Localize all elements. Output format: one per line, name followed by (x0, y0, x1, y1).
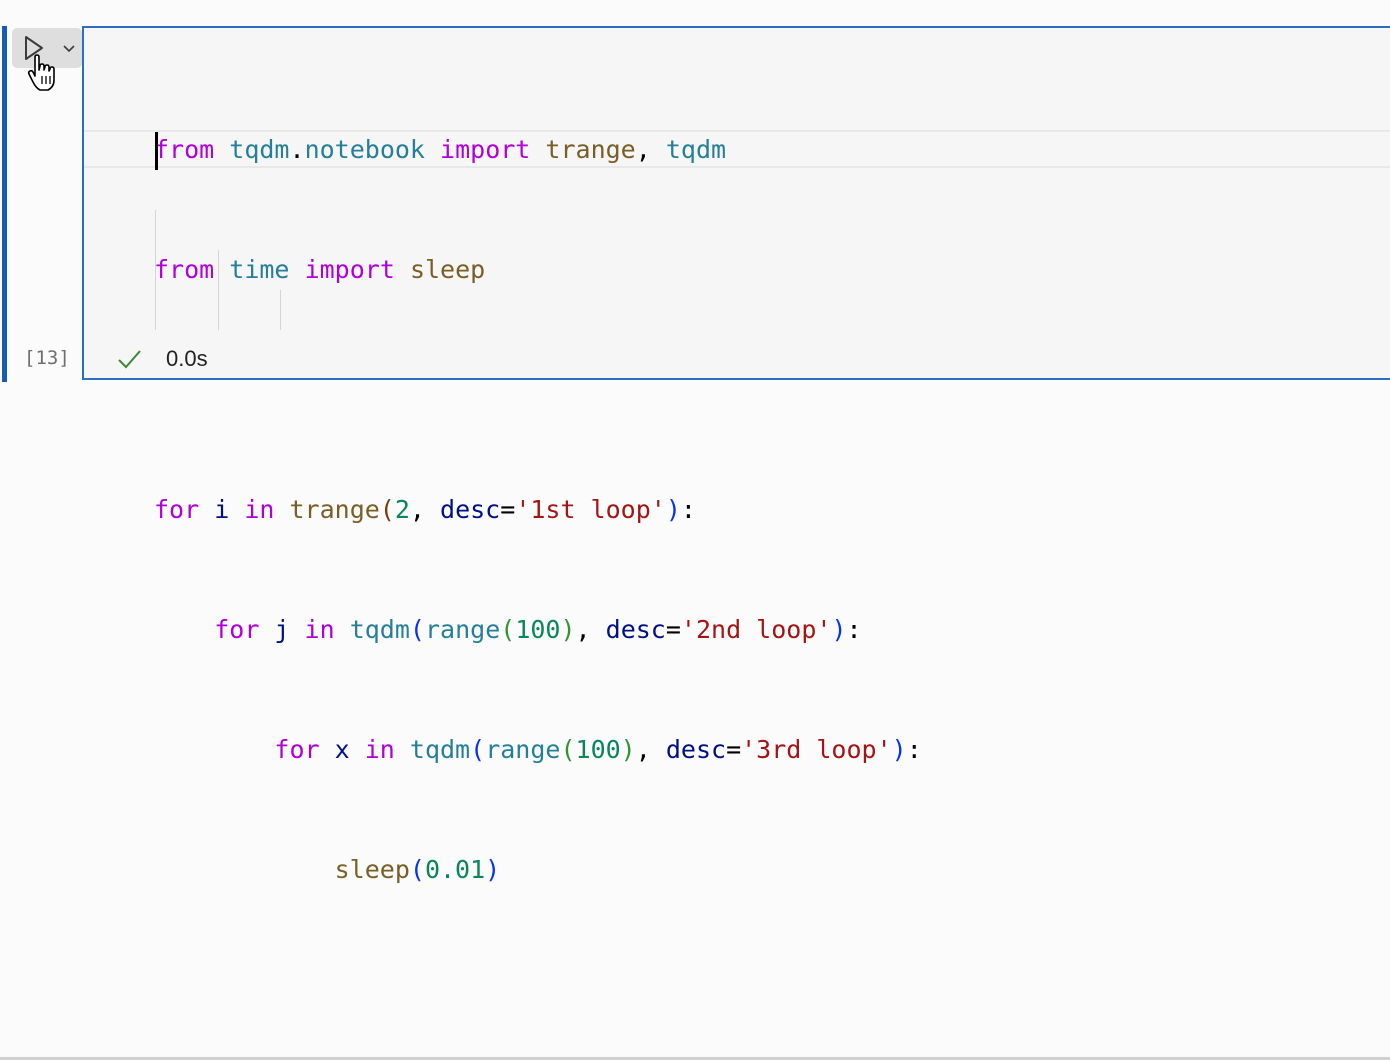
keyword-token: in (304, 615, 335, 644)
builtin-token: range (424, 615, 501, 644)
number-token: 0.01 (424, 855, 486, 884)
bracket-token: ) (665, 495, 681, 524)
bracket-token: ( (379, 495, 395, 524)
parameter-token: desc (605, 615, 666, 644)
run-controls (12, 28, 82, 91)
keyword-token: for (214, 615, 260, 644)
module-token: tqdm (229, 135, 290, 164)
function-token: sleep (409, 255, 486, 284)
function-token: trange (289, 495, 380, 524)
operator-token: = (726, 735, 742, 764)
execution-duration: 0.0s (166, 346, 208, 371)
bracket-token: ) (891, 735, 907, 764)
code-editor[interactable]: from tqdm.notebook import trange, tqdm f… (82, 26, 1390, 884)
punctuation-token: , (635, 735, 666, 764)
module-token: notebook (304, 135, 425, 164)
punctuation-token: , (409, 495, 441, 524)
variable-token: i (199, 495, 245, 524)
function-token: tqdm (409, 735, 471, 764)
module-token: tqdm (665, 135, 727, 164)
bracket-token: ( (409, 615, 425, 644)
notebook-page: from tqdm.notebook import trange, tqdm f… (0, 0, 1390, 1060)
bracket-token: ( (409, 855, 425, 884)
keyword-token: import (440, 135, 531, 164)
keyword-token: in (364, 735, 395, 764)
module-token: time (229, 255, 290, 284)
keyword-token: for (154, 495, 200, 524)
code-line-4: for i in trange(2, desc='1st loop'): (154, 490, 922, 530)
number-token: 100 (515, 615, 561, 644)
bracket-token: ) (620, 735, 636, 764)
code-cell[interactable]: from tqdm.notebook import trange, tqdm f… (0, 26, 1390, 884)
punctuation-token: : (846, 615, 862, 644)
bracket-token: ) (560, 615, 576, 644)
bracket-token: ( (470, 735, 486, 764)
keyword-token: from (154, 135, 215, 164)
function-token: trange (545, 135, 636, 164)
code-line-1: from tqdm.notebook import trange, tqdm (154, 130, 922, 170)
indent-token (154, 855, 335, 884)
run-cell-button[interactable] (12, 28, 56, 68)
operator-token: = (665, 615, 681, 644)
function-token: tqdm (349, 615, 410, 644)
punctuation-token: , (635, 135, 666, 164)
bracket-token: ) (831, 615, 847, 644)
bracket-token: ) (485, 855, 501, 884)
code-line-5: for j in tqdm(range(100), desc='2nd loop… (154, 610, 922, 650)
code-line-2: from time import sleep (154, 250, 922, 290)
execution-count: [13] (24, 347, 70, 369)
number-token: 2 (394, 495, 410, 524)
builtin-token: range (485, 735, 561, 764)
bracket-token: ( (500, 615, 516, 644)
keyword-token: in (244, 495, 275, 524)
variable-token: x (319, 735, 365, 764)
keyword-token: from (154, 255, 215, 284)
parameter-token: desc (440, 495, 501, 524)
keyword-token: import (304, 255, 395, 284)
string-token: '3rd loop' (741, 735, 892, 764)
punctuation-token: , (575, 615, 606, 644)
function-token: sleep (334, 855, 410, 884)
text-caret (155, 132, 158, 170)
bracket-token: ( (560, 735, 576, 764)
run-options-dropdown[interactable] (56, 28, 82, 68)
keyword-token: for (274, 735, 320, 764)
string-token: '1st loop' (515, 495, 666, 524)
indent-token (154, 735, 274, 764)
string-token: '2nd loop' (680, 615, 832, 644)
indent-token (154, 615, 214, 644)
cell-focus-indicator (2, 26, 7, 382)
code-content: from tqdm.notebook import trange, tqdm f… (154, 50, 922, 970)
punctuation-token: . (289, 135, 305, 164)
code-line-6: for x in tqdm(range(100), desc='3rd loop… (154, 730, 922, 770)
check-icon (118, 350, 141, 369)
punctuation-token: : (680, 495, 696, 524)
code-line-7: sleep(0.01) (154, 850, 922, 890)
operator-token: = (500, 495, 516, 524)
number-token: 100 (575, 735, 621, 764)
punctuation-token: : (906, 735, 922, 764)
chevron-down-icon (63, 45, 75, 53)
parameter-token: desc (665, 735, 727, 764)
variable-token: j (259, 615, 305, 644)
play-icon (25, 36, 43, 60)
